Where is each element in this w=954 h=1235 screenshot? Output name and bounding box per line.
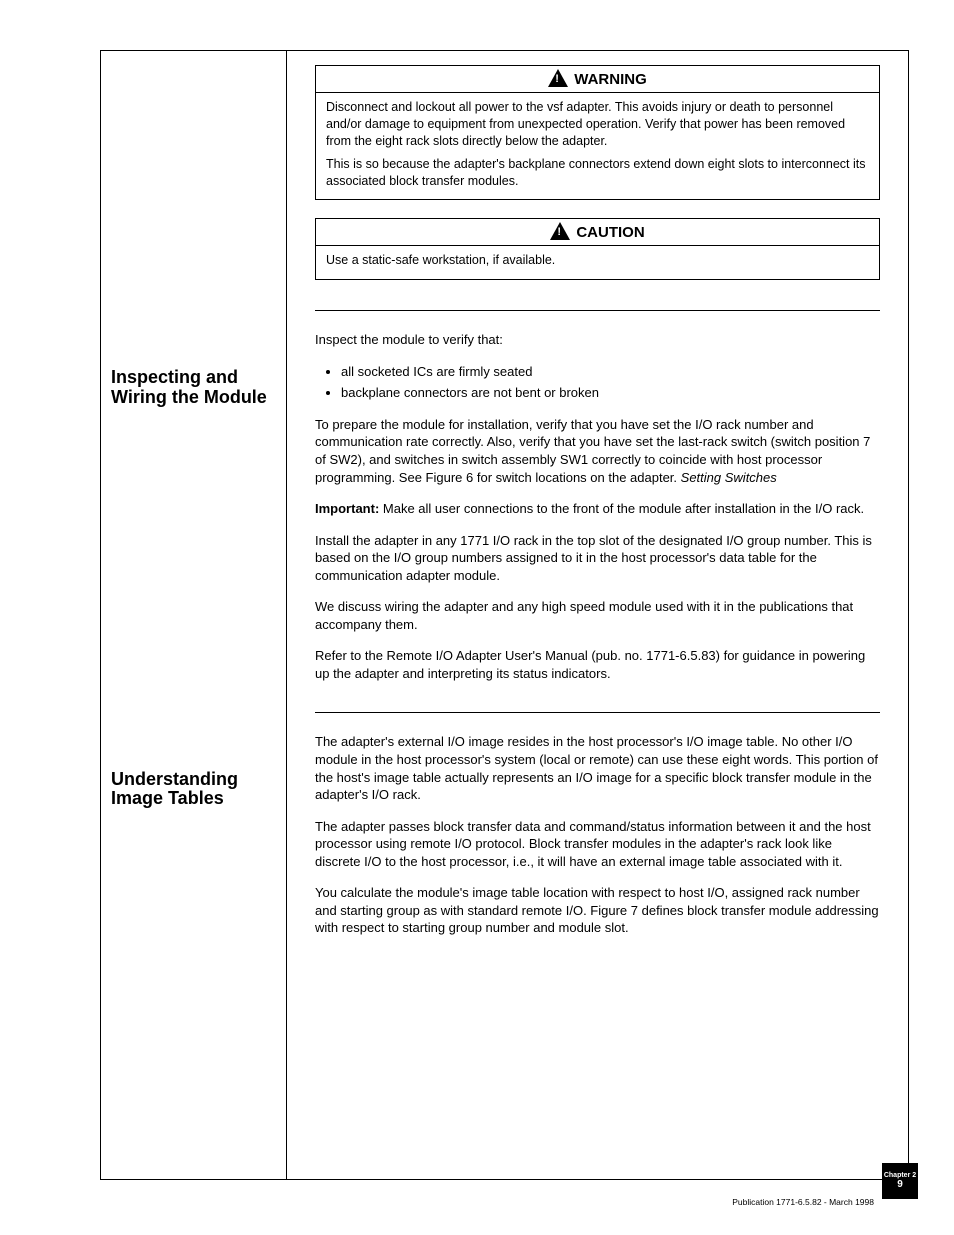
warning-text-2: This is so because the adapter's backpla… xyxy=(326,156,869,190)
text: Image Tables xyxy=(111,788,224,808)
bullet-item: backplane connectors are not bent or bro… xyxy=(341,384,880,402)
warning-box: WARNING Disconnect and lockout all power… xyxy=(315,65,880,200)
text: Wiring the Module xyxy=(111,387,267,407)
italic-text: Setting Switches xyxy=(681,470,777,485)
publication-info: Publication 1771-6.5.82 - March 1998 xyxy=(732,1197,874,1207)
warning-label: WARNING xyxy=(574,71,647,88)
sidebar-heading-inspecting: Inspecting and Wiring the Module xyxy=(111,368,274,408)
caution-box: CAUTION Use a static-safe workstation, i… xyxy=(315,218,880,280)
page: Inspecting and Wiring the Module Underst… xyxy=(0,0,954,1235)
content-frame: Inspecting and Wiring the Module Underst… xyxy=(100,50,909,1180)
paragraph: You calculate the module's image table l… xyxy=(315,884,880,937)
text: Inspecting and xyxy=(111,367,238,387)
paragraph: We discuss wiring the adapter and any hi… xyxy=(315,598,880,633)
sidebar: Inspecting and Wiring the Module Underst… xyxy=(101,51,287,1179)
paragraph: Refer to the Remote I/O Adapter User's M… xyxy=(315,647,880,682)
warning-body: Disconnect and lockout all power to the … xyxy=(316,93,879,199)
inspection-bullets: all socketed ICs are firmly seated backp… xyxy=(315,363,880,402)
warning-text-1: Disconnect and lockout all power to the … xyxy=(326,99,869,150)
caution-body: Use a static-safe workstation, if availa… xyxy=(316,246,879,279)
paragraph-important: Important: Make all user connections to … xyxy=(315,500,880,518)
caution-icon xyxy=(550,222,570,240)
intro-paragraph: Inspect the module to verify that: xyxy=(315,331,880,349)
paragraph: Install the adapter in any 1771 I/O rack… xyxy=(315,532,880,585)
paragraph: The adapter passes block transfer data a… xyxy=(315,818,880,871)
text: To prepare the module for installation, … xyxy=(315,417,870,485)
page-number-badge: Chapter 2 9 xyxy=(882,1163,918,1199)
section-image-tables: The adapter's external I/O image resides… xyxy=(315,712,880,936)
paragraph: The adapter's external I/O image resides… xyxy=(315,733,880,803)
text: Make all user connections to the front o… xyxy=(379,501,864,516)
warning-header: WARNING xyxy=(316,66,879,93)
text: Understanding xyxy=(111,769,238,789)
main-content: WARNING Disconnect and lockout all power… xyxy=(287,51,908,1179)
chapter-label: Chapter 2 xyxy=(884,1172,916,1180)
bullet-item: all socketed ICs are firmly seated xyxy=(341,363,880,381)
caution-header: CAUTION xyxy=(316,219,879,246)
important-label: Important: xyxy=(315,501,379,516)
paragraph: To prepare the module for installation, … xyxy=(315,416,880,486)
caution-text: Use a static-safe workstation, if availa… xyxy=(326,253,555,267)
section-inspecting: Inspect the module to verify that: all s… xyxy=(315,310,880,682)
caution-label: CAUTION xyxy=(576,224,644,241)
page-footer: Publication 1771-6.5.82 - March 1998 xyxy=(100,1197,874,1207)
page-number: 9 xyxy=(897,1179,903,1190)
sidebar-heading-image-tables: Understanding Image Tables xyxy=(111,770,274,810)
warning-icon xyxy=(548,69,568,87)
